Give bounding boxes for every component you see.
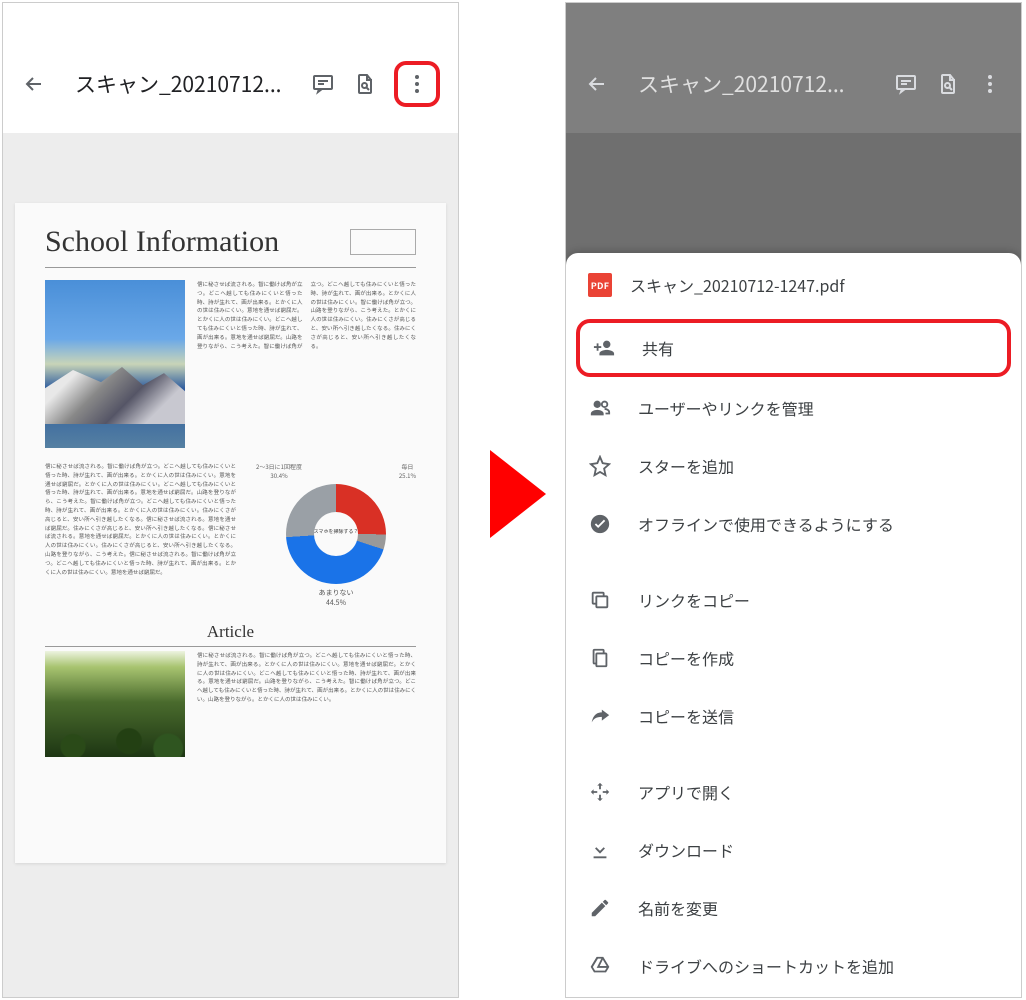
page-title-right: スキャン_20210712...	[626, 69, 877, 99]
donut-chart-box: 2〜3日に1回程度30.4% 毎日25.1% スマホを掃除する？ あまりない 4…	[256, 462, 416, 608]
people-icon	[588, 396, 612, 420]
donut-left-pct: 30.4%	[270, 471, 287, 480]
sheet-item-make-copy[interactable]: コピーを作成	[566, 629, 1021, 687]
doc-info-box	[350, 229, 416, 255]
scanned-document-page: School Information 信に秘させば流される。智に働けば角が立つ。…	[15, 203, 446, 863]
sheet-item-rename[interactable]: 名前を変更	[566, 879, 1021, 937]
sheet-filename: スキャン_20210712-1247.pdf	[630, 273, 845, 297]
drive-shortcut-icon	[588, 954, 612, 978]
sheet-item-add-shortcut[interactable]: ドライブへのショートカットを追加	[566, 937, 1021, 995]
sheet-label: ユーザーやリンクを管理	[638, 396, 814, 420]
doc-article-heading: Article	[45, 622, 416, 647]
appbar-left: スキャン_20210712...	[3, 3, 458, 133]
donut-chart: スマホを掃除する？	[286, 484, 386, 584]
sheet-label: アプリで開く	[638, 780, 734, 804]
donut-bottom-pct: 44.5%	[326, 598, 346, 608]
offline-pin-icon	[588, 512, 612, 536]
star-outline-icon	[588, 454, 612, 478]
left-screenshot: スキャン_20210712... School Information 信に秘さ…	[2, 2, 459, 998]
sheet-label: コピーを送信	[638, 704, 734, 728]
doc-body-text-2: 信に秘させば流される。智に働けば角が立つ。どこへ越しても住みにくいと悟った時、詩…	[45, 462, 236, 608]
download-icon	[588, 838, 612, 862]
sheet-header: PDF スキャン_20210712-1247.pdf	[566, 253, 1021, 317]
copy-icon	[588, 588, 612, 612]
sheet-label: オフラインで使用できるようにする	[638, 512, 894, 536]
sheet-label: リンクをコピー	[638, 588, 750, 612]
sheet-item-share[interactable]: 共有	[576, 319, 1011, 377]
sheet-label: 共有	[642, 336, 674, 360]
share-arrow-icon	[588, 704, 612, 728]
sheet-item-copy-link[interactable]: リンクをコピー	[566, 571, 1021, 629]
find-in-page-icon[interactable]	[935, 71, 961, 97]
find-in-page-icon[interactable]	[352, 71, 378, 97]
sheet-label: 名前を変更	[638, 896, 718, 920]
donut-range-label: 2〜3日に1回程度	[256, 462, 302, 471]
sheet-item-manage-access[interactable]: ユーザーやリンクを管理	[566, 379, 1021, 437]
donut-center-label: スマホを掃除する？	[286, 528, 386, 535]
forest-photo	[45, 651, 185, 757]
page-title-left: スキャン_20210712...	[63, 69, 294, 99]
sheet-item-download[interactable]: ダウンロード	[566, 821, 1021, 879]
doc-heading: School Information	[45, 225, 279, 259]
instruction-arrow-icon	[490, 450, 546, 538]
sheet-item-open-with[interactable]: アプリで開く	[566, 763, 1021, 821]
sheet-item-send-copy[interactable]: コピーを送信	[566, 687, 1021, 745]
appbar-right: スキャン_20210712...	[566, 3, 1021, 133]
donut-right-label: 毎日	[401, 462, 413, 471]
more-vert-icon[interactable]	[404, 71, 430, 97]
donut-bottom-label: あまりない	[319, 588, 354, 598]
more-button-highlight	[394, 61, 440, 107]
action-sheet: PDF スキャン_20210712-1247.pdf 共有 ユーザーやリンクを管…	[566, 253, 1021, 997]
sheet-label: ダウンロード	[638, 838, 734, 862]
doc-body-text-1: 信に秘させば流される。智に働けば角が立つ。どこへ越しても住みにくいと悟った時、詩…	[197, 280, 416, 448]
person-add-icon	[592, 336, 616, 360]
mountain-photo	[45, 280, 185, 448]
doc-body-text-3: 信に秘させば流される。智に働けば角が立つ。どこへ越しても住みにくいと悟った時、詩…	[197, 651, 416, 757]
open-with-icon	[588, 780, 612, 804]
sheet-item-add-star[interactable]: スターを追加	[566, 437, 1021, 495]
back-icon[interactable]	[21, 71, 47, 97]
document-viewport[interactable]: School Information 信に秘させば流される。智に働けば角が立つ。…	[3, 133, 458, 997]
sheet-label: スターを追加	[638, 454, 734, 478]
donut-right-pct: 25.1%	[399, 471, 416, 480]
sheet-label: コピーを作成	[638, 646, 734, 670]
file-copy-icon	[588, 646, 612, 670]
comment-icon[interactable]	[310, 71, 336, 97]
back-icon[interactable]	[584, 71, 610, 97]
pdf-badge-icon: PDF	[588, 273, 612, 297]
sheet-label: ドライブへのショートカットを追加	[638, 954, 894, 978]
right-screenshot: スキャン_20210712... PDF スキャン_20210712-1247.…	[565, 2, 1022, 998]
comment-icon[interactable]	[893, 71, 919, 97]
more-vert-icon[interactable]	[977, 71, 1003, 97]
rename-icon	[588, 896, 612, 920]
sheet-item-offline[interactable]: オフラインで使用できるようにする	[566, 495, 1021, 553]
